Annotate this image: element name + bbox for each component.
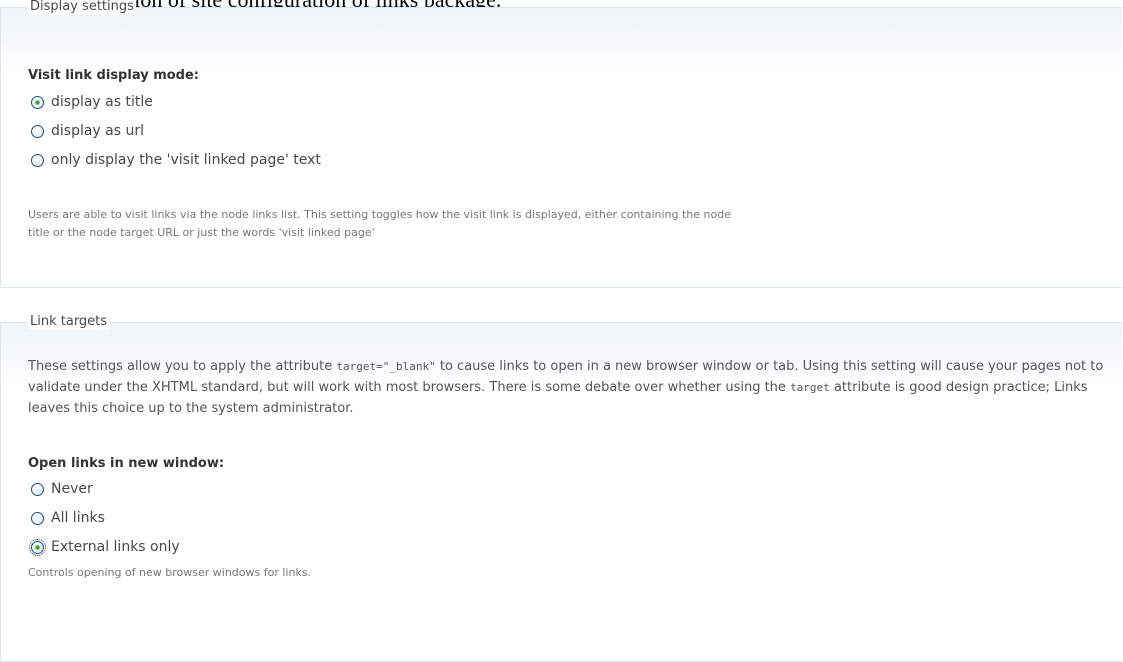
radio-all-links[interactable]: All links — [31, 507, 105, 529]
radio-external-links-only[interactable]: External links only — [29, 536, 180, 558]
link-targets-description: Controls opening of new browser windows … — [28, 566, 312, 579]
radio-button-icon[interactable] — [31, 153, 44, 167]
visit-link-display-mode-label: Visit link display mode: — [28, 68, 199, 83]
radio-label: Never — [51, 481, 93, 497]
radio-label: External links only — [51, 539, 180, 555]
display-settings-legend: Display settings — [28, 0, 136, 15]
radio-button-icon[interactable] — [31, 482, 44, 496]
radio-label: display as title — [51, 94, 153, 110]
radio-button-icon[interactable] — [31, 95, 44, 109]
description-line: Users are able to visit links via the no… — [28, 208, 731, 221]
radio-button-icon[interactable] — [31, 511, 44, 525]
radio-visit-linked-page-text[interactable]: only display the 'visit linked page' tex… — [31, 149, 321, 171]
open-links-new-window-label: Open links in new window: — [28, 456, 225, 471]
radio-display-as-title[interactable]: display as title — [31, 91, 153, 113]
radio-never[interactable]: Never — [31, 478, 93, 500]
link-targets-legend: Link targets — [28, 314, 110, 330]
intro-code-target-blank: target="_blank" — [336, 360, 436, 373]
radio-button-icon[interactable] — [31, 124, 44, 138]
radio-label: only display the 'visit linked page' tex… — [51, 152, 321, 168]
link-targets-intro: These settings allow you to apply the at… — [28, 356, 1118, 419]
radio-display-as-url[interactable]: display as url — [31, 120, 144, 142]
radio-button-icon[interactable] — [29, 538, 46, 556]
radio-label: display as url — [51, 123, 145, 139]
description-line: title or the node target URL or just the… — [28, 226, 375, 239]
link-targets-fieldset: Link targets These settings allow you to… — [0, 314, 1122, 662]
intro-text: These settings allow you to apply the at… — [28, 359, 337, 374]
display-settings-description: Users are able to visit links via the no… — [28, 206, 1108, 242]
radio-label: All links — [51, 510, 105, 526]
display-settings-fieldset: Display settings Visit link display mode… — [0, 0, 1122, 288]
intro-code-target: target — [790, 381, 830, 394]
